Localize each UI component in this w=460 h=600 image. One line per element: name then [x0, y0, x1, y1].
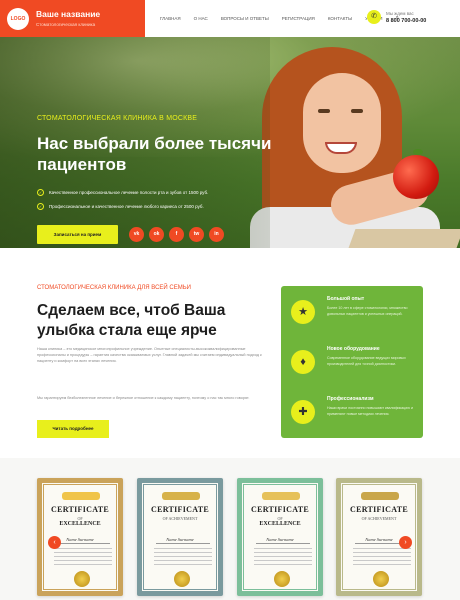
ok-icon[interactable]: ok: [149, 227, 164, 242]
book-image: [348, 229, 460, 248]
certificate-ribbon: [361, 492, 399, 500]
nav-item-home[interactable]: ГЛАВНАЯ: [160, 16, 181, 21]
feature-text: Современное оборудование ведущих мировых…: [327, 356, 406, 366]
phone-icon[interactable]: ✆: [367, 10, 381, 24]
about-eyebrow: СТОМАТОЛОГИЧЕСКАЯ КЛИНИКА ДЛЯ ВСЕЙ СЕМЬИ: [37, 285, 191, 291]
twitter-icon[interactable]: tw: [189, 227, 204, 242]
logo[interactable]: LOGO: [7, 8, 29, 30]
read-more-button[interactable]: Читать подробнее: [37, 420, 109, 438]
instagram-icon[interactable]: in: [209, 227, 224, 242]
page: LOGO Ваше название Стоматологическая кли…: [0, 0, 460, 600]
hero-point: ✓ Профессиональное и качественное лечени…: [37, 203, 204, 210]
tooth-icon: ♦: [291, 350, 315, 374]
certificate-title: CERTIFICATE: [51, 505, 109, 514]
feature-title: Большой опыт: [327, 296, 365, 302]
hero-photo-face: [303, 73, 381, 173]
feature-text: Более 10 лет в сфере стоматологии, множе…: [327, 306, 408, 316]
certificate-excellence: EXCELLENCE: [259, 521, 301, 527]
call-label: Мы ждем вас: [386, 11, 414, 16]
seal-icon: [274, 571, 290, 587]
certificate-title: CERTIFICATE: [251, 505, 309, 514]
certificate-frame: CERTIFICATE OF EXCELLENCE Name Surname: [241, 482, 319, 592]
certificate-name: Name Surname: [166, 537, 194, 542]
vk-icon[interactable]: vk: [129, 227, 144, 242]
nav-item-about[interactable]: О НАС: [194, 16, 208, 21]
certificates-carousel: CERTIFICATE OF EXCELLENCE Name Surname C…: [0, 458, 460, 600]
nav-item-register[interactable]: РЕГИСТРАЦИЯ: [282, 16, 315, 21]
seal-icon: [174, 571, 190, 587]
certificate-card[interactable]: CERTIFICATE OF EXCELLENCE Name Surname: [237, 478, 323, 596]
hero-photo-eye: [318, 109, 330, 113]
doctor-icon: ✚: [291, 400, 315, 424]
hero-point-text: Качественное профессиональное лечение по…: [49, 190, 209, 195]
seal-icon: [373, 571, 389, 587]
certificate-line: [156, 543, 210, 544]
hero-photo-eye: [351, 109, 363, 113]
carousel-next-button[interactable]: ›: [399, 536, 412, 549]
certificate-text: [154, 548, 212, 566]
about-text: Мы гарантируем безболезненное лечение и …: [37, 396, 250, 400]
trophy-icon: ★: [291, 300, 315, 324]
certificate-ribbon: [62, 492, 100, 500]
certificate-card[interactable]: CERTIFICATE OF ACHIEVEMENT Name Surname: [137, 478, 223, 596]
apple-leaf: [413, 149, 423, 155]
about-text: Наша клиника – это медицинское многопроф…: [37, 347, 262, 363]
about-title: Сделаем все, чтоб Ваша улыбка стала еще …: [37, 302, 226, 339]
certificate-subtitle: OF ACHIEVEMENT: [162, 516, 198, 521]
certificate-name: Name Surname: [266, 537, 294, 542]
phone-number[interactable]: 8 800 700-00-00: [386, 18, 426, 24]
check-icon: ✓: [37, 203, 44, 210]
check-icon: ✓: [37, 189, 44, 196]
certificate-ribbon: [262, 492, 300, 500]
hero-point: ✓ Качественное профессиональное лечение …: [37, 189, 208, 196]
certificate-ribbon: [162, 492, 200, 500]
nav-item-faq[interactable]: ВОПРОСЫ И ОТВЕТЫ: [221, 16, 269, 21]
certificate-subtitle: OF ACHIEVEMENT: [361, 516, 397, 521]
certificate-frame: CERTIFICATE OF ACHIEVEMENT Name Surname: [141, 482, 219, 592]
facebook-icon[interactable]: f: [169, 227, 184, 242]
certificate-text: [353, 548, 411, 566]
certificate-title: CERTIFICATE: [350, 505, 408, 514]
feature-title: Профессионализм: [327, 396, 374, 402]
site-header: LOGO Ваше название Стоматологическая кли…: [0, 0, 460, 37]
apple-image: [393, 155, 439, 199]
seal-icon: [74, 571, 90, 587]
feature-text: Наши врачи постоянно повышают квалификац…: [327, 406, 413, 416]
brand-tagline: Стоматологическая клиника: [36, 22, 96, 27]
features-panel: ★ Большой опыт Более 10 лет в сфере стом…: [281, 286, 423, 438]
hero-banner: СТОМАТОЛОГИЧЕСКАЯ КЛИНИКА В МОСКВЕ Нас в…: [0, 37, 460, 248]
brand-name: Ваше название: [36, 9, 101, 19]
book-appointment-button[interactable]: Записаться на прием: [37, 225, 118, 244]
brand-block[interactable]: LOGO Ваше название Стоматологическая кли…: [0, 0, 145, 37]
nav-item-contacts[interactable]: КОНТАКТЫ: [328, 16, 352, 21]
hero-point-text: Профессиональное и качественное лечение …: [49, 204, 204, 209]
hero-title: Нас выбрали более тысячи пациентов: [37, 134, 272, 174]
certificate-text: [254, 548, 312, 566]
certificate-title: CERTIFICATE: [151, 505, 209, 514]
feature-title: Новое оборудование: [327, 346, 380, 352]
certificate-excellence: EXCELLENCE: [59, 521, 101, 527]
certificate-text: [54, 548, 112, 566]
social-links: vk ok f tw in: [129, 227, 229, 242]
certificate-line: [56, 543, 110, 544]
hero-eyebrow: СТОМАТОЛОГИЧЕСКАЯ КЛИНИКА В МОСКВЕ: [37, 115, 198, 122]
certificate-line: [256, 543, 310, 544]
main-nav: ГЛАВНАЯ О НАС ВОПРОСЫ И ОТВЕТЫ РЕГИСТРАЦ…: [160, 15, 399, 22]
carousel-prev-button[interactable]: ‹: [48, 536, 61, 549]
